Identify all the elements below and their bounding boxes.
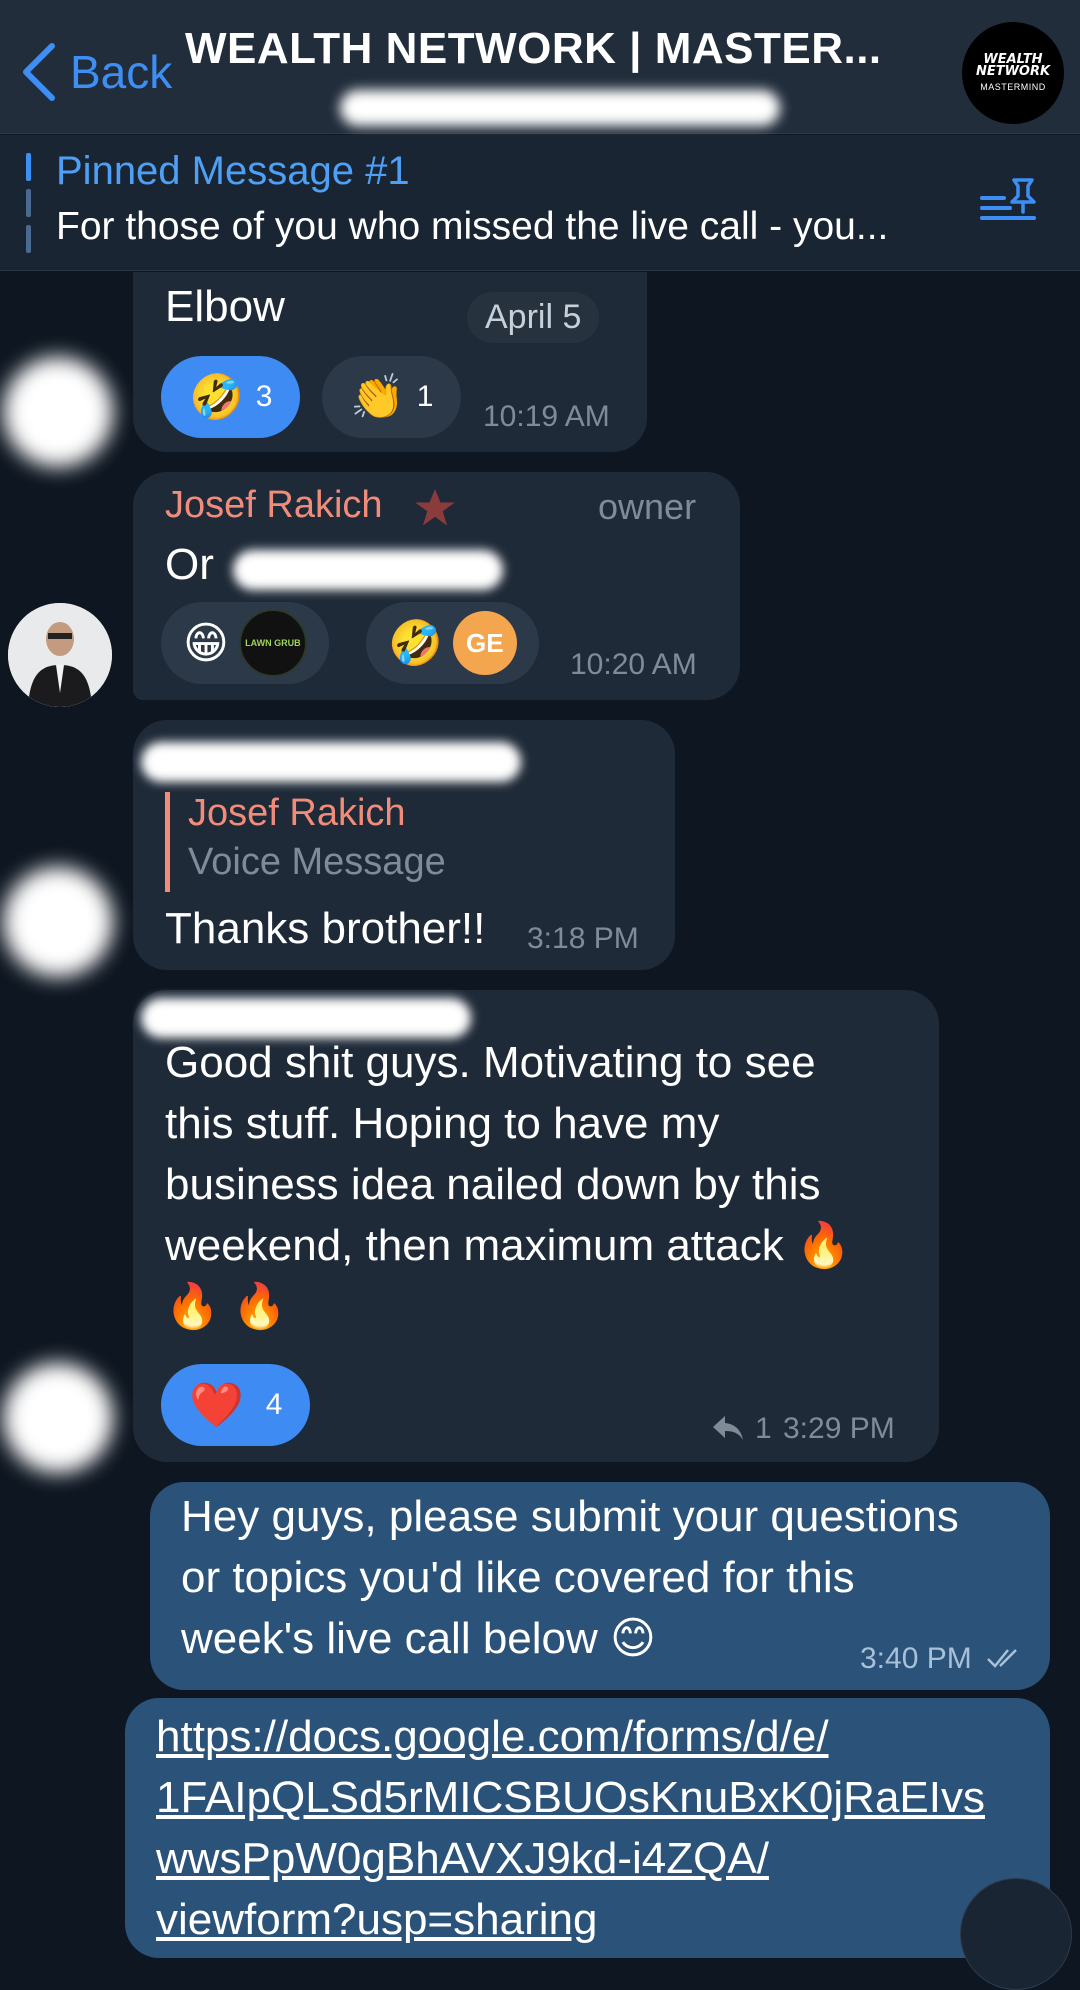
link-line: 1FAIpQLSd5rMICSBUOsKnuBxK0jRaEIvs — [156, 1773, 985, 1822]
pinned-message-bar[interactable]: Pinned Message #1 For those of you who m… — [0, 135, 1080, 271]
pinned-title: Pinned Message #1 — [56, 149, 410, 193]
message-time: 10:19 AM — [483, 400, 610, 433]
link-line: https://docs.google.com/forms/d/e/ — [156, 1712, 829, 1761]
link-line: wwsPpW0gBhAVXJ9kd-i4ZQA/ — [156, 1834, 769, 1883]
date-chip: April 5 — [467, 292, 600, 343]
reaction-emoji: ❤️ — [189, 1381, 244, 1430]
message-time: 3:18 PM — [527, 922, 639, 955]
reply-preview[interactable]: Josef Rakich Voice Message — [165, 792, 446, 892]
avatar-redacted[interactable] — [3, 867, 113, 977]
pinned-text: For those of you who missed the live cal… — [56, 205, 889, 248]
reaction-chip[interactable]: 👏 1 — [322, 356, 462, 438]
message-bubble[interactable]: Elbow April 5 🤣 3 👏 1 10:19 AM — [133, 272, 647, 452]
owner-badge: owner — [598, 486, 697, 527]
reaction-count: 3 — [255, 380, 273, 413]
message-line: business idea nailed down by this — [165, 1160, 821, 1209]
message-text: Hey guys, please submit your questions o… — [181, 1486, 959, 1669]
reply-sender: Josef Rakich — [188, 792, 406, 834]
message-bubble[interactable]: Good shit guys. Motivating to see this s… — [133, 990, 939, 1462]
reaction-count: 4 — [265, 1388, 283, 1421]
redacted-text — [233, 550, 503, 590]
chevron-left-icon — [23, 43, 55, 101]
reply-text: Voice Message — [188, 841, 446, 883]
reaction-chip[interactable]: 🤣 GE — [366, 602, 539, 684]
star-icon — [415, 489, 455, 526]
message-link[interactable]: https://docs.google.com/forms/d/e/ 1FAIp… — [156, 1706, 985, 1950]
reaction-emoji: 😁 — [183, 618, 229, 668]
message-time: 3:40 PM — [860, 1642, 972, 1675]
message-bubble[interactable]: Josef Rakich owner Or 😁 LAWN GRUB 🤣 GE 1… — [133, 472, 740, 700]
message-line: 🔥 🔥 — [165, 1282, 287, 1331]
logo-text-3: MASTERMIND — [980, 82, 1046, 92]
double-check-icon — [987, 1649, 1017, 1668]
message-line: this stuff. Hoping to have my — [165, 1099, 720, 1148]
message-time: 3:29 PM — [783, 1412, 895, 1445]
avatar-josef[interactable] — [8, 603, 112, 707]
reaction-emoji: 🤣 — [189, 373, 244, 422]
reactor-avatar: GE — [452, 611, 517, 675]
logo-text-2: NETWORK — [975, 64, 1051, 79]
message-text: Thanks brother!! — [165, 904, 486, 953]
message-text: Elbow — [165, 282, 285, 331]
person-avatar-icon — [8, 603, 112, 707]
reaction-chip[interactable]: ❤️ 4 — [161, 1364, 311, 1446]
message-line: week's live call below 😊 — [181, 1614, 656, 1663]
reaction-count: 1 — [416, 380, 434, 413]
message-bubble[interactable]: Josef Rakich Voice Message Thanks brothe… — [133, 720, 675, 970]
message-bubble-outgoing[interactable]: Hey guys, please submit your questions o… — [150, 1482, 1050, 1690]
avatar-redacted[interactable] — [3, 357, 113, 467]
reaction-chip[interactable]: 😁 LAWN GRUB — [161, 602, 329, 684]
redacted-subtitle — [340, 90, 780, 126]
reply-arrow-icon — [713, 1416, 743, 1440]
message-time: 10:20 AM — [570, 648, 697, 681]
sender-name[interactable]: Josef Rakich — [165, 484, 383, 527]
back-label: Back — [70, 46, 173, 98]
reaction-chip[interactable]: 🤣 3 — [161, 356, 301, 438]
chat-header: Back WEALTH NETWORK | MASTER... WEALTH N… — [0, 0, 1080, 134]
message-line: Good shit guys. Motivating to see — [165, 1038, 816, 1087]
message-line: Hey guys, please submit your questions — [181, 1492, 959, 1541]
message-bubble-outgoing[interactable]: https://docs.google.com/forms/d/e/ 1FAIp… — [125, 1698, 1050, 1958]
message-text: Or — [165, 540, 214, 589]
reactor-avatar: LAWN GRUB — [238, 609, 307, 677]
redacted-sender — [141, 742, 521, 782]
back-button[interactable]: Back — [20, 42, 172, 102]
reply-count[interactable]: 1 — [755, 1412, 772, 1446]
pinned-indicator — [26, 153, 31, 253]
chat-title[interactable]: WEALTH NETWORK | MASTER... — [185, 24, 905, 74]
group-avatar[interactable]: WEALTH NETWORK MASTERMIND — [962, 22, 1064, 124]
reaction-emoji: 👏 — [350, 373, 405, 422]
message-line: weekend, then maximum attack 🔥 — [165, 1221, 851, 1270]
reaction-emoji: 🤣 — [388, 619, 443, 668]
message-line: or topics you'd like covered for this — [181, 1553, 855, 1602]
scroll-down-button[interactable] — [960, 1878, 1072, 1990]
avatar-redacted[interactable] — [3, 1363, 113, 1473]
message-text: Good shit guys. Motivating to see this s… — [165, 1032, 851, 1337]
pin-list-icon[interactable] — [980, 176, 1040, 226]
